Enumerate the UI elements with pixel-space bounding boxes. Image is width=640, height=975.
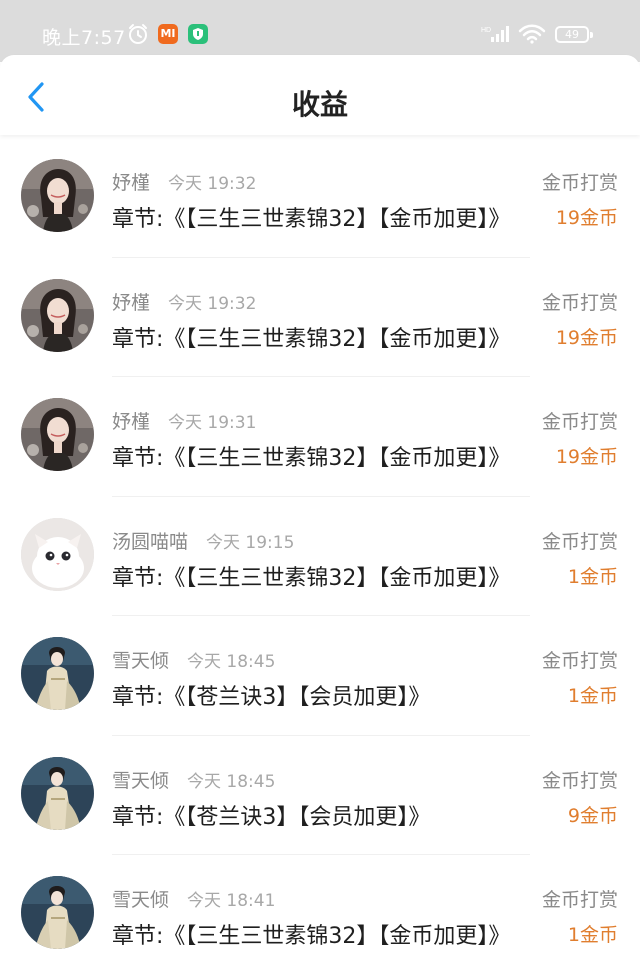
reward-type: 金币打赏 — [541, 769, 618, 792]
avatar[interactable] — [21, 756, 94, 830]
status-bar: 晚上7:57 MI HD 49 — [0, 0, 640, 62]
reward-type: 金币打赏 — [541, 291, 618, 314]
user-name: 汤圆喵喵 — [112, 530, 189, 553]
timestamp: 今天 19:32 — [168, 293, 257, 314]
coin-amount: 19金币 — [555, 446, 618, 468]
timestamp: 今天 19:32 — [168, 174, 257, 194]
wifi-icon — [518, 24, 546, 48]
svg-text:HD: HD — [481, 27, 491, 34]
signal-icon: HD — [481, 24, 513, 48]
list-item[interactable]: 汤圆喵喵 今天 19:15 金币打赏章节:《【三生三世素锦32】【金币加更】》 1金币 — [0, 497, 640, 617]
shield-app-icon — [188, 24, 208, 44]
app-header: 收益 — [0, 55, 640, 135]
mi-app-icon: MI — [158, 24, 178, 44]
avatar[interactable] — [21, 637, 94, 710]
chapter-title: 章节:《【三生三世素锦32】【金币加更】》 — [112, 924, 511, 949]
coin-amount: 19金币 — [555, 207, 618, 229]
alarm-icon — [126, 22, 150, 50]
earnings-list: 妤槿 今天 19:32 金币打赏 章节:《【三生三世素锦32】【金币加更】》 19金币 … — [0, 138, 640, 975]
list-item[interactable]: 雪天倾 今天 18:45 金币打赏章节:《【苍兰诀3】【会员加更】》 1金币 — [0, 616, 640, 736]
timestamp: 今天 19:15 — [206, 532, 295, 553]
reward-type: 金币打赏 — [541, 411, 618, 433]
reward-type: 金币打赏 — [541, 889, 618, 911]
user-name: 妤槿 — [112, 411, 151, 433]
chapter-title: 章节:《【三生三世素锦32】【金币加更】》 — [112, 446, 511, 471]
user-name: 妤槿 — [112, 291, 151, 314]
timestamp: 今天 18:45 — [187, 771, 276, 792]
chapter-title: 章节:《【三生三世素锦32】【金币加更】》 — [112, 207, 511, 232]
avatar[interactable] — [21, 876, 94, 949]
list-item[interactable]: 雪天倾 今天 18:45 金币打赏章节:《【苍兰诀3】【会员加更】》 9金币 — [0, 736, 640, 856]
chapter-title: 章节:《【三生三世素锦32】【金币加更】》 — [112, 326, 511, 352]
chapter-title: 章节:《【三生三世素锦32】【金币加更】》 — [112, 565, 511, 591]
avatar[interactable] — [21, 159, 94, 232]
reward-type: 金币打赏 — [541, 650, 618, 672]
page-title: 收益 — [291, 88, 348, 121]
chapter-title: 章节:《【苍兰诀3】【会员加更】》 — [112, 804, 431, 830]
list-item[interactable]: 雪天倾 今天 18:41 金币打赏章节:《【三生三世素锦32】【金币加更】》 1金币 — [0, 855, 640, 975]
battery-indicator: 49 — [555, 26, 593, 43]
user-name: 雪天倾 — [112, 769, 170, 792]
status-time: 晚上7:57 — [42, 27, 126, 49]
coin-amount: 1金币 — [567, 685, 618, 707]
coin-amount: 1金币 — [567, 924, 618, 946]
timestamp: 今天 19:31 — [168, 413, 257, 433]
timestamp: 今天 18:41 — [187, 891, 276, 911]
avatar[interactable] — [21, 398, 94, 471]
list-item[interactable]: 妤槿 今天 19:31 金币打赏章节:《【三生三世素锦32】【金币加更】》 19金币 — [0, 377, 640, 497]
coin-amount: 19金币 — [555, 326, 618, 349]
coin-amount: 1金币 — [567, 565, 618, 588]
avatar[interactable] — [21, 517, 94, 591]
reward-type: 金币打赏 — [541, 172, 618, 194]
user-name: 雪天倾 — [112, 650, 170, 672]
chapter-title: 章节:《【苍兰诀3】【会员加更】》 — [112, 685, 431, 710]
reward-type: 金币打赏 — [541, 530, 618, 553]
list-item[interactable]: 妤槿 今天 19:32 金币打赏章节:《【三生三世素锦32】【金币加更】》 19金币 — [0, 138, 640, 258]
list-item[interactable]: 妤槿 今天 19:32 金币打赏章节:《【三生三世素锦32】【金币加更】》 19金币 — [0, 258, 640, 378]
user-name: 雪天倾 — [112, 889, 170, 911]
avatar[interactable] — [21, 278, 94, 352]
timestamp: 今天 18:45 — [187, 652, 276, 672]
coin-amount: 9金币 — [567, 804, 618, 827]
user-name: 妤槿 — [112, 172, 151, 194]
